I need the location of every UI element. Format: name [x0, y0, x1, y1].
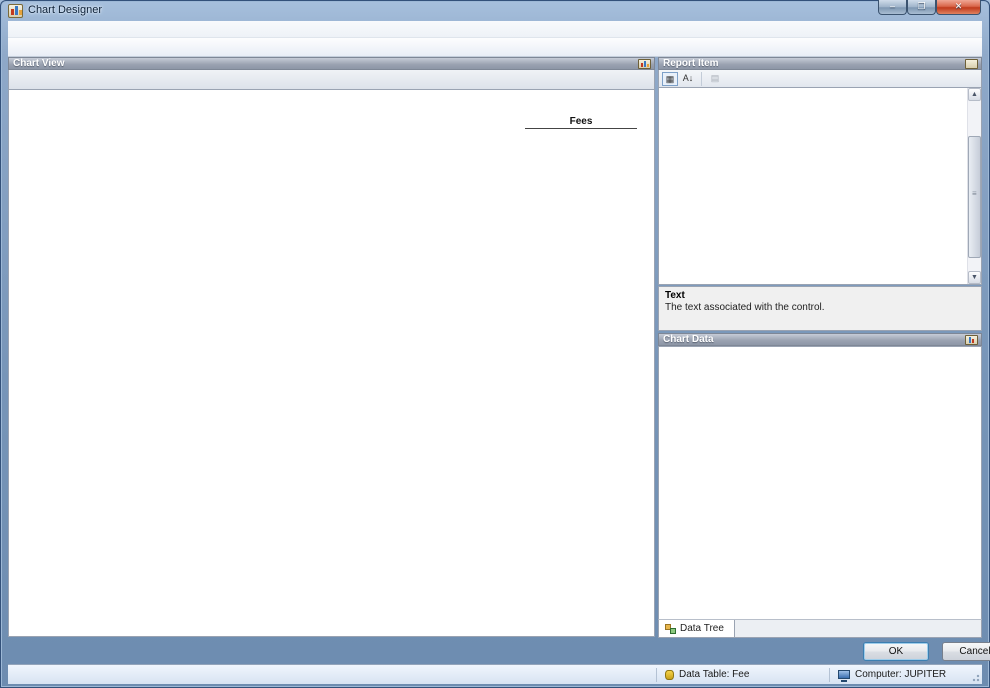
- data-tree-icon: [665, 624, 676, 634]
- chart-view-panel: Chart View Fees: [8, 57, 655, 637]
- chart-preview-area: Fees: [8, 89, 655, 637]
- property-description: Text The text associated with the contro…: [658, 286, 982, 331]
- legend-title: Fees: [525, 116, 637, 129]
- report-item-panel: Report Item ▦ A↓ ▤ ▲ ▼ Text The text ass…: [658, 57, 982, 331]
- pie-chart[interactable]: [35, 117, 519, 571]
- computer-icon: [838, 670, 850, 679]
- app-icon: [8, 4, 23, 18]
- property-grid-toolbar: ▦ A↓ ▤: [658, 70, 982, 87]
- categorized-icon[interactable]: ▦: [662, 72, 678, 86]
- ok-button[interactable]: OK: [863, 642, 929, 661]
- property-pages-icon: ▤: [707, 72, 723, 86]
- title-bar: Chart Designer – ❐ ✕: [0, 0, 990, 22]
- dialog-buttons: OK Cancel: [863, 642, 990, 661]
- chart-data-panel: Chart Data Data Tree: [658, 333, 982, 638]
- chart-data-header-icon: [965, 335, 978, 345]
- database-icon: [665, 670, 674, 680]
- close-button[interactable]: ✕: [936, 0, 981, 15]
- scrollbar-thumb[interactable]: [968, 136, 981, 258]
- property-description-title: Text: [665, 290, 975, 301]
- xml-data-tree: [658, 346, 982, 619]
- chart-data-title: Chart Data: [663, 334, 714, 345]
- chart-data-header: Chart Data: [658, 333, 982, 346]
- minimize-button[interactable]: –: [878, 0, 907, 15]
- chart-designer-window: { "window": { "title": "Chart Designer",…: [0, 0, 990, 688]
- menu-bar: [8, 21, 982, 38]
- status-computer: Computer: JUPITER: [830, 669, 954, 680]
- status-bar: Data Table: Fee Computer: JUPITER: [8, 664, 982, 684]
- window-title: Chart Designer: [28, 4, 102, 16]
- cancel-button[interactable]: Cancel: [942, 642, 990, 661]
- property-grid-scrollbar[interactable]: ▲ ▼: [967, 88, 981, 284]
- scroll-up-icon[interactable]: ▲: [968, 88, 981, 101]
- chart-view-header-icon: [638, 59, 651, 69]
- report-item-title: Report Item: [663, 58, 719, 69]
- tab-data-tree[interactable]: Data Tree: [659, 620, 735, 637]
- report-item-header: Report Item: [658, 57, 982, 70]
- sort-alphabetical-icon[interactable]: A↓: [680, 72, 696, 86]
- chart-legend: Fees: [525, 116, 637, 132]
- chart-data-tab-row: Data Tree: [658, 619, 982, 638]
- resize-grip[interactable]: [970, 672, 980, 682]
- chart-view-header: Chart View: [8, 57, 655, 70]
- report-item-header-icon: [965, 59, 978, 69]
- property-description-text: The text associated with the control.: [665, 302, 975, 313]
- property-grid: ▲ ▼: [658, 87, 982, 285]
- status-data-table: Data Table: Fee: [657, 669, 829, 680]
- chart-view-tabs: [8, 70, 655, 89]
- scroll-down-icon[interactable]: ▼: [968, 271, 981, 284]
- main-toolbar: [8, 38, 982, 57]
- chart-view-title: Chart View: [13, 58, 65, 69]
- maximize-button[interactable]: ❐: [907, 0, 936, 15]
